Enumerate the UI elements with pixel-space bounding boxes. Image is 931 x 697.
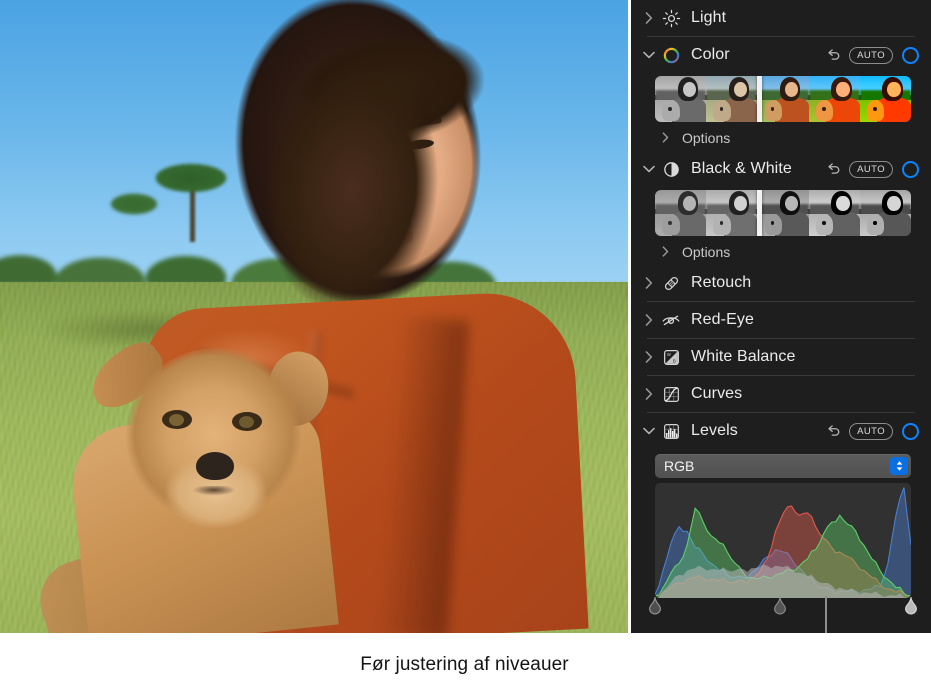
chevron-updown-icon[interactable]	[890, 457, 908, 475]
channel-select[interactable]: RGB	[655, 454, 911, 478]
chevron-right-icon[interactable]	[662, 246, 676, 257]
bw-thumb[interactable]	[808, 190, 860, 236]
sidebar-item-label: Curves	[691, 385, 743, 402]
color-wheel-icon	[660, 44, 682, 66]
adjust-panel: Light Color AUTO Options Black & White A…	[631, 0, 931, 633]
black-and-white-variation-strip[interactable]	[655, 190, 911, 236]
caption-text: Før justering af niveauer	[360, 654, 569, 675]
reset-arrow-icon[interactable]	[822, 158, 844, 180]
options-label: Options	[682, 243, 731, 260]
color-thumb[interactable]	[655, 76, 707, 122]
color-enable-toggle[interactable]	[902, 46, 919, 64]
auto-button[interactable]: AUTO	[849, 160, 893, 178]
reset-arrow-icon[interactable]	[822, 420, 844, 442]
bandage-icon	[660, 272, 682, 294]
photo-image	[0, 0, 628, 633]
sidebar-item-label: Red-Eye	[691, 311, 754, 328]
sidebar-item-levels[interactable]: Levels AUTO	[631, 413, 931, 449]
color-variation-strip[interactable]	[655, 76, 911, 122]
bw-strip-wrap	[631, 187, 931, 238]
svg-text:B: B	[673, 358, 676, 363]
color-strip-wrap	[631, 73, 931, 124]
bw-strip-playhead[interactable]	[757, 190, 763, 236]
bw-thumb[interactable]	[859, 190, 911, 236]
channel-select-value: RGB	[664, 458, 695, 474]
bw-thumb[interactable]	[757, 190, 809, 236]
chevron-right-icon[interactable]	[641, 388, 657, 400]
sidebar-item-red-eye[interactable]: Red-Eye	[631, 302, 931, 338]
sun-icon	[660, 7, 682, 29]
sidebar-item-label: Levels	[691, 422, 738, 439]
white-point-slider[interactable]	[904, 596, 918, 615]
bw-thumb[interactable]	[706, 190, 758, 236]
sidebar-item-label: White Balance	[691, 348, 796, 365]
levels-histogram-icon	[660, 420, 682, 442]
sidebar-item-label: Black & White	[691, 160, 792, 177]
black-and-white-enable-toggle[interactable]	[902, 160, 919, 178]
sidebar-item-label: Light	[691, 9, 727, 26]
chevron-down-icon[interactable]	[641, 51, 657, 59]
chevron-right-icon[interactable]	[641, 314, 657, 326]
sidebar-item-color[interactable]: Color AUTO	[631, 37, 931, 73]
color-thumb[interactable]	[808, 76, 860, 122]
mid-point-slider[interactable]	[773, 596, 787, 615]
photo-preview[interactable]	[0, 0, 628, 633]
options-label: Options	[682, 129, 731, 146]
sidebar-item-label: Retouch	[691, 274, 752, 291]
histogram-plot	[655, 483, 911, 598]
color-strip-playhead[interactable]	[757, 76, 763, 122]
photo-dog-mouth	[184, 486, 244, 502]
white-balance-icon: W B	[660, 346, 682, 368]
chevron-down-icon[interactable]	[641, 427, 657, 435]
chevron-right-icon[interactable]	[641, 12, 657, 24]
photo-dog-eye-left	[162, 410, 192, 429]
levels-channel-wrap: RGB	[631, 449, 931, 478]
color-thumb[interactable]	[757, 76, 809, 122]
sidebar-item-black-and-white[interactable]: Black & White AUTO	[631, 151, 931, 187]
sidebar-item-white-balance[interactable]: W B White Balance	[631, 339, 931, 375]
black-point-slider[interactable]	[648, 596, 662, 615]
chevron-right-icon[interactable]	[662, 132, 676, 143]
color-thumb[interactable]	[706, 76, 758, 122]
chevron-right-icon[interactable]	[641, 351, 657, 363]
reset-arrow-icon[interactable]	[822, 44, 844, 66]
levels-slider-track[interactable]	[649, 596, 917, 619]
levels-enable-toggle[interactable]	[902, 422, 919, 440]
sidebar-item-label: Color	[691, 46, 730, 63]
photo-dog-eye-right	[232, 412, 262, 431]
sidebar-item-retouch[interactable]: Retouch	[631, 265, 931, 301]
chevron-down-icon[interactable]	[641, 165, 657, 173]
levels-histogram[interactable]	[655, 483, 911, 598]
eye-slash-icon	[660, 309, 682, 331]
svg-text:W: W	[666, 351, 670, 356]
sidebar-item-light[interactable]: Light	[631, 0, 931, 36]
levels-histogram-wrap	[631, 478, 931, 619]
auto-button[interactable]: AUTO	[849, 46, 893, 64]
app-root: Light Color AUTO Options Black & White A…	[0, 0, 931, 697]
color-options-row[interactable]: Options	[631, 124, 931, 151]
photo-dog-nose	[196, 452, 234, 480]
color-thumb[interactable]	[859, 76, 911, 122]
chevron-right-icon[interactable]	[641, 277, 657, 289]
curves-icon	[660, 383, 682, 405]
auto-button[interactable]: AUTO	[849, 422, 893, 440]
bw-thumb[interactable]	[655, 190, 707, 236]
bw-options-row[interactable]: Options	[631, 238, 931, 265]
half-circle-contrast-icon	[660, 158, 682, 180]
sidebar-item-curves[interactable]: Curves	[631, 376, 931, 412]
